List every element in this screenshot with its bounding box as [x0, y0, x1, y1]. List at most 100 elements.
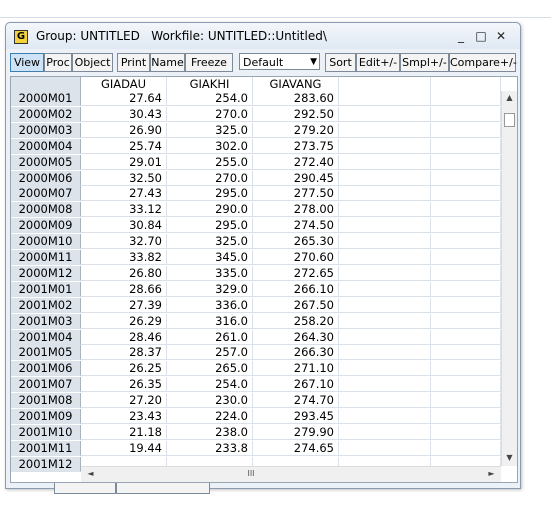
column-header-giakhi[interactable]: GIAKHI: [167, 77, 253, 91]
row-label[interactable]: 2000M04: [11, 138, 81, 154]
scroll-left-arrow-icon[interactable]: ◄: [83, 469, 98, 478]
table-cell[interactable]: [339, 202, 431, 218]
table-cell[interactable]: 254.0: [167, 377, 253, 393]
table-cell[interactable]: [431, 106, 501, 122]
table-cell[interactable]: 295.0: [167, 218, 253, 234]
table-cell[interactable]: [431, 345, 501, 361]
table-cell[interactable]: 270.60: [253, 250, 339, 265]
table-cell[interactable]: 27.43: [81, 186, 167, 202]
table-cell[interactable]: [339, 409, 431, 424]
sheet-tab[interactable]: [54, 483, 116, 494]
table-cell[interactable]: 255.0: [167, 154, 253, 170]
row-label[interactable]: 2001M08: [11, 393, 81, 409]
table-cell[interactable]: 224.0: [167, 409, 253, 424]
table-cell[interactable]: 283.60: [253, 91, 339, 106]
table-cell[interactable]: 261.0: [167, 329, 253, 345]
table-cell[interactable]: [431, 154, 501, 170]
table-cell[interactable]: 27.20: [81, 393, 167, 409]
table-cell[interactable]: [339, 106, 431, 122]
row-label[interactable]: 2001M05: [11, 345, 81, 361]
name-button[interactable]: Name: [150, 53, 185, 72]
table-cell[interactable]: [431, 250, 501, 265]
table-cell[interactable]: 335.0: [167, 265, 253, 281]
smpl-toggle-button[interactable]: Smpl+/-: [400, 53, 449, 72]
table-cell[interactable]: 30.43: [81, 106, 167, 122]
table-cell[interactable]: 329.0: [167, 281, 253, 297]
table-cell[interactable]: 290.45: [253, 170, 339, 186]
table-cell[interactable]: 274.50: [253, 218, 339, 234]
table-cell[interactable]: 32.70: [81, 234, 167, 250]
scroll-up-arrow-icon[interactable]: ▲: [502, 93, 517, 102]
vertical-scrollbar[interactable]: ▲ ▼: [501, 91, 517, 466]
table-cell[interactable]: 278.00: [253, 202, 339, 218]
table-cell[interactable]: [339, 329, 431, 345]
column-header-giavang[interactable]: GIAVANG: [253, 77, 339, 91]
table-cell[interactable]: [339, 313, 431, 329]
minimize-button[interactable]: _: [452, 27, 470, 45]
row-label[interactable]: 2001M01: [11, 281, 81, 297]
table-cell[interactable]: [339, 234, 431, 250]
table-cell[interactable]: [431, 281, 501, 297]
table-cell[interactable]: [431, 297, 501, 313]
sort-button[interactable]: Sort: [325, 53, 356, 72]
table-cell[interactable]: 266.10: [253, 281, 339, 297]
table-cell[interactable]: [339, 170, 431, 186]
table-cell[interactable]: [431, 218, 501, 234]
row-label[interactable]: 2000M03: [11, 122, 81, 138]
row-label[interactable]: 2001M07: [11, 377, 81, 393]
view-button[interactable]: View: [10, 53, 44, 72]
table-cell[interactable]: [339, 122, 431, 138]
table-cell[interactable]: 325.0: [167, 234, 253, 250]
table-cell[interactable]: [431, 393, 501, 409]
row-label[interactable]: 2001M04: [11, 329, 81, 345]
table-cell[interactable]: 25.74: [81, 138, 167, 154]
table-cell[interactable]: 27.39: [81, 297, 167, 313]
table-cell[interactable]: [431, 138, 501, 154]
table-cell[interactable]: 32.50: [81, 170, 167, 186]
table-cell[interactable]: 26.90: [81, 122, 167, 138]
table-cell[interactable]: 26.25: [81, 361, 167, 377]
row-label[interactable]: 2001M09: [11, 409, 81, 424]
edit-toggle-button[interactable]: Edit+/-: [356, 53, 400, 72]
column-header-giadau[interactable]: GIADAU: [81, 77, 167, 91]
table-cell[interactable]: 265.0: [167, 361, 253, 377]
table-cell[interactable]: [431, 122, 501, 138]
print-button[interactable]: Print: [117, 53, 150, 72]
table-cell[interactable]: 264.30: [253, 329, 339, 345]
object-button[interactable]: Object: [72, 53, 113, 72]
table-cell[interactable]: 267.50: [253, 297, 339, 313]
table-cell[interactable]: [339, 186, 431, 202]
table-cell[interactable]: [431, 234, 501, 250]
table-cell[interactable]: [339, 393, 431, 409]
table-cell[interactable]: 345.0: [167, 250, 253, 265]
table-cell[interactable]: 26.35: [81, 377, 167, 393]
table-cell[interactable]: 274.70: [253, 393, 339, 409]
row-label[interactable]: 2000M11: [11, 250, 81, 265]
table-cell[interactable]: 30.84: [81, 218, 167, 234]
table-cell[interactable]: [339, 138, 431, 154]
row-label[interactable]: 2000M05: [11, 154, 81, 170]
table-cell[interactable]: 302.0: [167, 138, 253, 154]
table-cell[interactable]: [339, 345, 431, 361]
table-cell[interactable]: [339, 377, 431, 393]
table-cell[interactable]: 325.0: [167, 122, 253, 138]
row-label[interactable]: 2001M06: [11, 361, 81, 377]
table-cell[interactable]: 277.50: [253, 186, 339, 202]
table-cell[interactable]: 33.82: [81, 250, 167, 265]
table-cell[interactable]: [339, 424, 431, 440]
horizontal-scrollbar[interactable]: ◄ III ►: [81, 466, 501, 482]
table-cell[interactable]: [431, 313, 501, 329]
display-format-select[interactable]: Default ▼: [239, 53, 320, 70]
table-cell[interactable]: 292.50: [253, 106, 339, 122]
scroll-right-arrow-icon[interactable]: ►: [484, 469, 499, 478]
table-cell[interactable]: [431, 186, 501, 202]
table-cell[interactable]: 295.0: [167, 186, 253, 202]
table-cell[interactable]: [431, 409, 501, 424]
freeze-button[interactable]: Freeze: [185, 53, 233, 72]
row-label[interactable]: 2001M02: [11, 297, 81, 313]
table-cell[interactable]: 271.10: [253, 361, 339, 377]
table-cell[interactable]: 336.0: [167, 297, 253, 313]
table-cell[interactable]: 272.40: [253, 154, 339, 170]
row-label[interactable]: 2000M12: [11, 265, 81, 281]
close-button[interactable]: ✕: [492, 27, 510, 45]
